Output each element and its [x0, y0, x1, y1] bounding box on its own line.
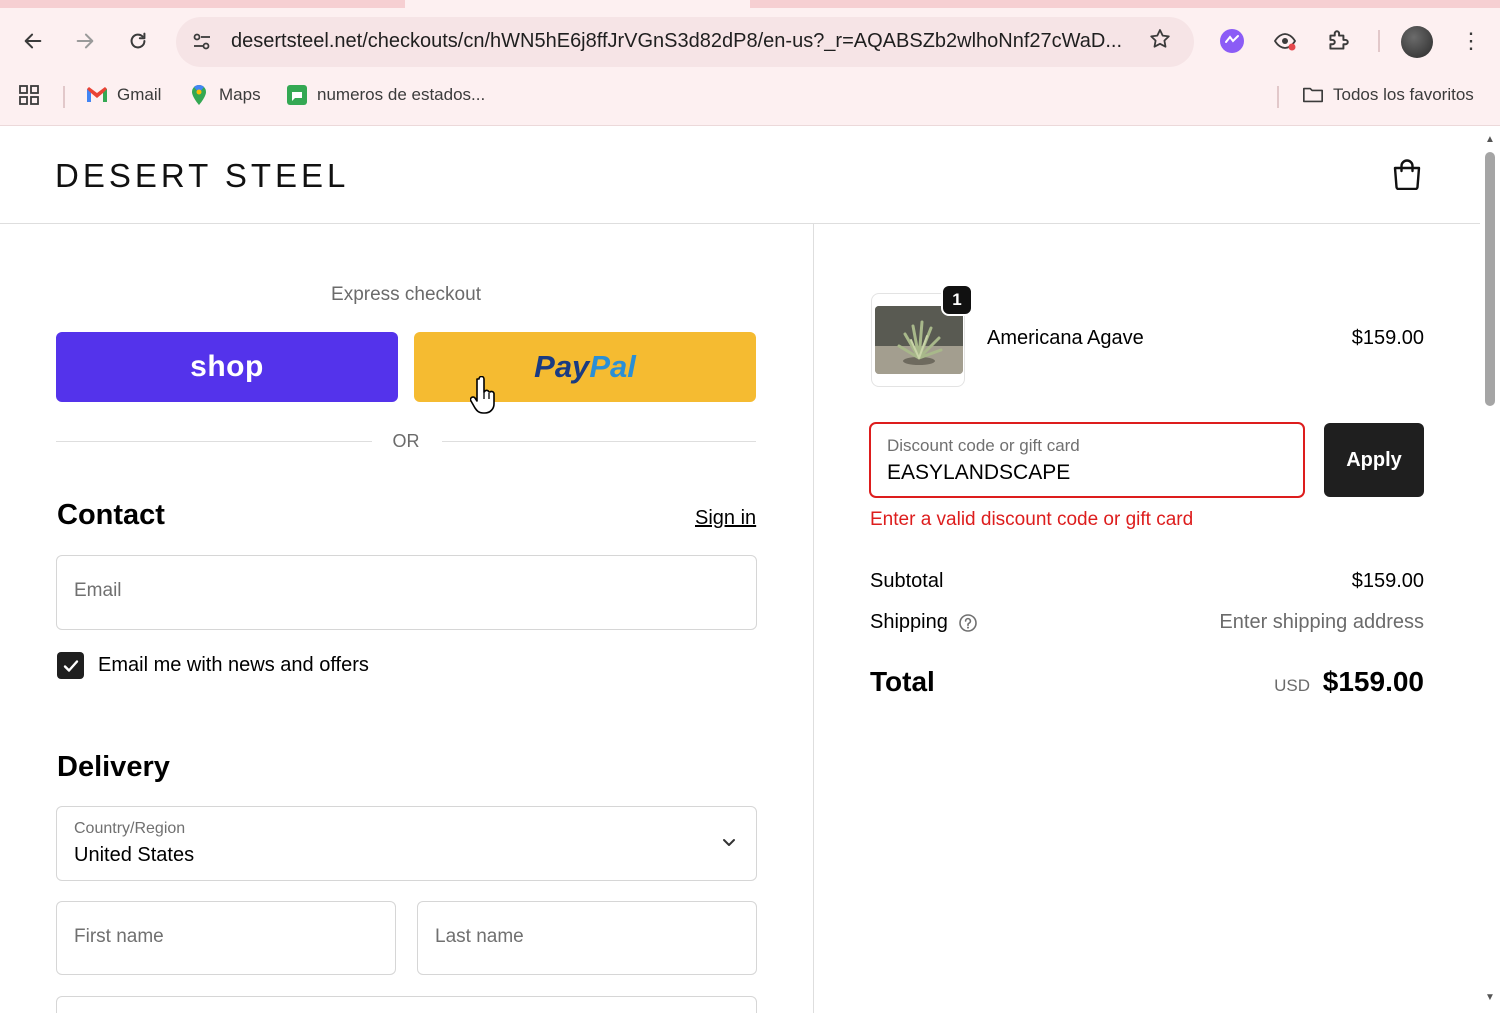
browser-chrome: desertsteel.net/checkouts/cn/hWN5hE6j8ff…	[0, 0, 1500, 126]
subtotal-value: $159.00	[1351, 570, 1424, 592]
browser-menu-icon[interactable]: ⋮	[1460, 28, 1482, 54]
bookmarks-bar: Gmail Maps numeros de estados... Todos l…	[0, 78, 1500, 114]
address-bar[interactable]: desertsteel.net/checkouts/cn/hWN5hE6j8ff…	[176, 17, 1194, 67]
email-placeholder: Email	[74, 580, 122, 601]
tab-strip	[0, 0, 1500, 8]
toolbar-divider	[1378, 30, 1380, 52]
sheet-icon	[286, 84, 308, 106]
all-bookmarks-button[interactable]: Todos los favoritos	[1302, 84, 1474, 106]
extension-purple-icon[interactable]	[1217, 26, 1247, 56]
product-name: Americana Agave	[987, 327, 1144, 349]
total-label: Total	[870, 666, 935, 697]
shop-logo-text: shop	[190, 350, 264, 383]
column-divider	[813, 224, 814, 1013]
news-offers-checkbox[interactable]	[57, 652, 84, 679]
discount-error-message: Enter a valid discount code or gift card	[870, 509, 1194, 530]
bookmark-label: Gmail	[117, 85, 162, 104]
folder-icon	[1302, 84, 1324, 106]
paypal-button[interactable]: Pay Pal	[414, 332, 756, 402]
active-tab[interactable]	[405, 0, 750, 8]
total-value: $159.00	[1322, 666, 1424, 697]
bookmark-maps[interactable]: Maps	[188, 84, 261, 106]
agave-image	[875, 306, 963, 374]
contact-title: Contact	[57, 499, 165, 531]
paypal-logo-pal: Pal	[589, 349, 636, 384]
scrollbar-thumb[interactable]	[1485, 152, 1495, 406]
bookmark-star-icon[interactable]	[1148, 27, 1172, 58]
discount-label: Discount code or gift card	[887, 436, 1080, 455]
profile-avatar[interactable]	[1401, 26, 1433, 58]
shipping-value: Enter shipping address	[1219, 611, 1424, 633]
site-settings-icon[interactable]	[190, 30, 214, 54]
express-checkout-label: Express checkout	[331, 284, 481, 305]
country-region-select[interactable]: Country/Region United States	[56, 806, 757, 881]
product-price: $159.00	[1351, 327, 1424, 349]
quantity-badge: 1	[941, 284, 973, 316]
url-text[interactable]: desertsteel.net/checkouts/cn/hWN5hE6j8ff…	[231, 30, 1126, 53]
reload-icon[interactable]	[121, 24, 155, 58]
bookmarks-divider	[63, 86, 65, 108]
extensions-puzzle-icon[interactable]	[1323, 26, 1353, 56]
bookmarks-divider	[1277, 86, 1279, 108]
all-bookmarks-label: Todos los favoritos	[1333, 85, 1474, 104]
gmail-icon	[86, 84, 108, 106]
shipping-label: Shipping	[870, 611, 948, 633]
news-offers-label[interactable]: Email me with news and offers	[98, 654, 369, 677]
scroll-up-icon[interactable]: ▲	[1485, 134, 1495, 145]
last-name-field[interactable]: Last name	[417, 901, 757, 975]
delivery-title: Delivery	[57, 751, 170, 783]
or-separator: OR	[56, 430, 756, 454]
discount-value: EASYLANDSCAPE	[887, 461, 1071, 484]
store-logo[interactable]: DESERT STEEL	[55, 157, 349, 195]
chevron-down-icon	[722, 835, 736, 849]
bookmark-label: numeros de estados...	[317, 85, 486, 104]
forward-icon[interactable]	[68, 24, 102, 58]
help-circle-icon[interactable]	[958, 613, 978, 633]
extension-eye-icon[interactable]	[1270, 26, 1300, 56]
country-value: United States	[74, 844, 195, 866]
discount-code-input[interactable]: Discount code or gift card EASYLANDSCAPE	[869, 422, 1305, 498]
address-field[interactable]	[56, 996, 757, 1013]
country-label: Country/Region	[74, 820, 186, 837]
first-name-placeholder: First name	[74, 926, 164, 947]
currency-code: USD	[1274, 676, 1310, 695]
bookmark-label: Maps	[219, 85, 261, 104]
apps-grid-icon[interactable]	[18, 84, 40, 106]
sign-in-link[interactable]: Sign in	[695, 507, 756, 530]
subtotal-label: Subtotal	[870, 570, 944, 592]
page-scrollbar[interactable]: ▲ ▼	[1480, 126, 1500, 1013]
back-icon[interactable]	[16, 24, 50, 58]
bookmark-gmail[interactable]: Gmail	[86, 84, 161, 106]
shop-pay-button[interactable]: shop	[56, 332, 398, 402]
apply-discount-button[interactable]: Apply	[1324, 423, 1424, 497]
maps-icon	[188, 84, 210, 106]
store-header: DESERT STEEL	[0, 126, 1480, 224]
last-name-placeholder: Last name	[435, 926, 524, 947]
first-name-field[interactable]: First name	[56, 901, 396, 975]
scroll-down-icon[interactable]: ▼	[1485, 992, 1495, 1003]
bookmark-numeros[interactable]: numeros de estados...	[286, 84, 485, 106]
email-field[interactable]: Email	[56, 555, 757, 630]
cart-bag-icon[interactable]	[1392, 158, 1422, 191]
paypal-logo-pay: Pay	[534, 349, 590, 384]
hand-cursor-icon	[469, 375, 498, 416]
